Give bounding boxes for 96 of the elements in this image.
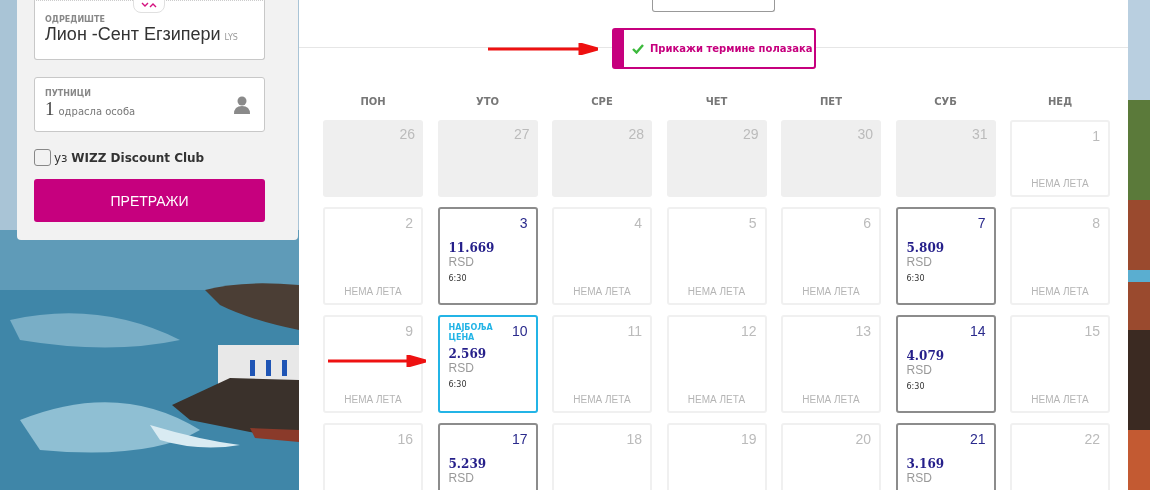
- calendar-day[interactable]: 8 НЕМА ЛЕТА: [1010, 207, 1110, 305]
- weekday-label: НЕД: [1046, 96, 1074, 107]
- calendar-day[interactable]: 19: [666, 423, 767, 490]
- day-number: 20: [855, 431, 871, 447]
- calendar-day[interactable]: 18: [552, 423, 652, 490]
- calendar-day[interactable]: 22: [1010, 423, 1110, 490]
- search-button[interactable]: ПРЕТРАЖИ: [34, 179, 265, 222]
- day-number: 16: [397, 431, 413, 447]
- calendar-day[interactable]: 4 НЕМА ЛЕТА: [552, 207, 652, 305]
- day-number: 6: [863, 215, 871, 231]
- field-label: ОДРЕДИШТЕ: [45, 15, 106, 24]
- day-number: 5: [748, 215, 757, 231]
- day-number: 18: [626, 431, 642, 447]
- destination-value: Лион -Сент Егзипери: [45, 24, 221, 45]
- no-flights-label: НЕМА ЛЕТА: [343, 286, 403, 297]
- calendar-day[interactable]: 12 НЕМА ЛЕТА: [666, 315, 767, 413]
- currency: RSD: [906, 471, 933, 485]
- calendar-day[interactable]: 2 НЕМА ЛЕТА: [323, 207, 423, 305]
- day-number: 9: [405, 323, 413, 339]
- day-number: 21: [969, 431, 986, 447]
- departure-time: 6:30: [448, 274, 468, 283]
- calendar-day[interactable]: 21 3.169 RSD: [895, 423, 996, 490]
- day-number: 3: [519, 215, 528, 231]
- departure-time: 6:30: [906, 382, 926, 391]
- currency: RSD: [906, 255, 933, 269]
- day-number: 8: [1092, 215, 1100, 231]
- calendar-day[interactable]: 6 НЕМА ЛЕТА: [781, 207, 881, 305]
- checkbox[interactable]: [34, 149, 51, 166]
- currency: RSD: [448, 255, 475, 269]
- show-departures-toggle[interactable]: Прикажи термине полазака: [612, 28, 816, 69]
- calendar-day[interactable]: 11 НЕМА ЛЕТА: [552, 315, 652, 413]
- calendar-day[interactable]: 14 4.079 RSD 6:30: [895, 315, 996, 413]
- day-number: 1: [1092, 128, 1100, 144]
- day-number: 7: [977, 215, 986, 231]
- day-number: 12: [740, 323, 757, 339]
- price: 5.809: [906, 241, 946, 255]
- departure-time: 6:30: [906, 274, 926, 283]
- dropdown-field[interactable]: [652, 0, 775, 12]
- price: 5.239: [448, 457, 488, 471]
- price: 4.079: [906, 349, 946, 363]
- price: 11.669: [448, 241, 496, 255]
- day-number: 15: [1084, 323, 1100, 339]
- price: 2.569: [448, 347, 488, 361]
- calendar-day[interactable]: 5 НЕМА ЛЕТА: [666, 207, 767, 305]
- calendar-day[interactable]: НАЈБОЉА ЦЕНА 10 2.569 RSD 6:30: [437, 315, 538, 413]
- day-number: 2: [405, 215, 413, 231]
- day-number: 11: [627, 323, 642, 339]
- departure-time: 6:30: [448, 380, 468, 389]
- no-flights-label: НЕМА ЛЕТА: [1030, 286, 1090, 297]
- day-number: 17: [511, 431, 528, 447]
- day-number: 14: [969, 323, 986, 339]
- calendar-day[interactable]: 3 11.669 RSD 6:30: [437, 207, 538, 305]
- day-number: 19: [740, 431, 757, 447]
- passengers-field[interactable]: ПУТНИЦИ 1 одрасла особа: [34, 77, 265, 132]
- passenger-count: 1: [45, 98, 55, 120]
- chevrons-icon: [141, 2, 157, 8]
- field-label: ПУТНИЦИ: [45, 89, 92, 98]
- calendar-day[interactable]: 1 НЕМА ЛЕТА: [1010, 120, 1110, 197]
- calendar-day[interactable]: 9 НЕМА ЛЕТА: [323, 315, 423, 413]
- calendar-day[interactable]: 7 5.809 RSD 6:30: [895, 207, 996, 305]
- currency: RSD: [906, 363, 933, 377]
- currency: RSD: [448, 471, 475, 485]
- no-flights-label: НЕМА ЛЕТА: [343, 394, 403, 405]
- no-flights-label: НЕМА ЛЕТА: [801, 286, 861, 297]
- passenger-type: одрасла особа: [58, 106, 136, 117]
- no-flights-label: НЕМА ЛЕТА: [686, 394, 747, 405]
- price: 3.169: [906, 457, 946, 471]
- calendar-day[interactable]: 20: [781, 423, 881, 490]
- calendar-day[interactable]: 15 НЕМА ЛЕТА: [1010, 315, 1110, 413]
- no-flights-label: НЕМА ЛЕТА: [686, 286, 747, 297]
- check-icon: [632, 43, 644, 54]
- no-flights-label: НЕМА ЛЕТА: [572, 286, 632, 297]
- calendar-day[interactable]: 17 5.239 RSD: [437, 423, 538, 490]
- no-flights-label: НЕМА ЛЕТА: [1030, 394, 1090, 405]
- no-flights-label: НЕМА ЛЕТА: [1030, 178, 1090, 189]
- weekday-label: ЧЕТ: [704, 96, 729, 107]
- swap-button[interactable]: [133, 0, 165, 13]
- person-icon: [234, 95, 250, 114]
- day-number: 13: [855, 323, 871, 339]
- calendar-day[interactable]: 16: [323, 423, 423, 490]
- destination-field[interactable]: ОДРЕДИШТЕ Лион -Сент Егзипери LYS: [34, 0, 265, 60]
- airport-code: LYS: [224, 33, 238, 42]
- weekday-label: СУБ: [933, 96, 958, 107]
- day-number: 22: [1084, 431, 1100, 447]
- weekday-label: ПЕТ: [819, 96, 843, 107]
- weekday-label: ПОН: [359, 96, 387, 107]
- currency: RSD: [448, 361, 475, 375]
- best-price-label: НАЈБОЉА ЦЕНА: [448, 323, 494, 343]
- no-flights-label: НЕМА ЛЕТА: [572, 394, 632, 405]
- weekday-label: СРЕ: [590, 96, 614, 107]
- no-flights-label: НЕМА ЛЕТА: [801, 394, 861, 405]
- day-number: 4: [634, 215, 642, 231]
- day-number: 10: [511, 323, 528, 339]
- weekday-label: УТО: [474, 96, 500, 107]
- checkbox-label: уз WIZZ Discount Club: [54, 150, 205, 165]
- calendar-day[interactable]: 13 НЕМА ЛЕТА: [781, 315, 881, 413]
